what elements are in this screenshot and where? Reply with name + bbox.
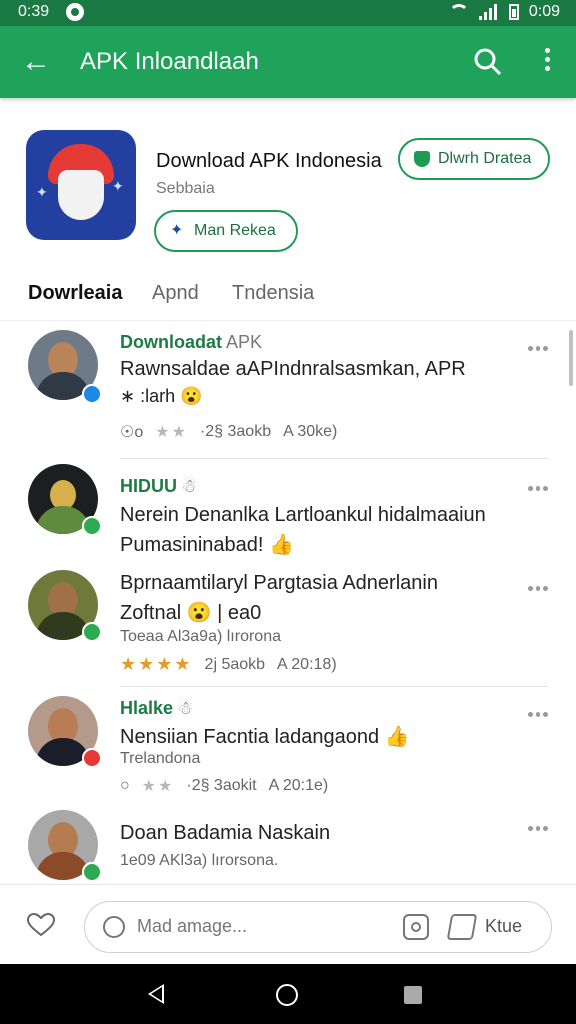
- item-meta-text: Trelandona: [120, 750, 201, 767]
- item-meta: ☉o ★★ ·2§ 3aokb A 30ke): [120, 422, 337, 442]
- feed-list: Downloadat APK Rawnsaldae aAPIndnralsasmk…: [0, 322, 576, 884]
- status-time-right: 0:09: [528, 3, 560, 20]
- rating-stars: ★★: [155, 424, 188, 441]
- send-label[interactable]: Ktue: [485, 916, 522, 937]
- app-icon: ✦ ✦: [26, 130, 136, 240]
- item-meta: ★★★★ 2j 5aokb A 20:18): [120, 654, 337, 675]
- message-placeholder: Mad amage...: [137, 916, 248, 936]
- shield-check-icon: [414, 151, 430, 167]
- heart-icon[interactable]: [26, 912, 56, 937]
- comment-icon: ☉o: [120, 424, 144, 441]
- tab-dowrleaia[interactable]: Dowrleaia: [28, 282, 122, 305]
- verified-badge-icon: [82, 622, 102, 642]
- send-icon[interactable]: [446, 914, 478, 940]
- item-stat: A 30ke): [283, 423, 338, 440]
- more-icon[interactable]: [528, 486, 549, 492]
- message-input[interactable]: Mad amage... Ktue: [84, 901, 552, 953]
- status-icons: 0:09: [448, 3, 560, 21]
- scrollbar[interactable]: [569, 330, 573, 386]
- item-meta: ○ ★★ ·2§ 3aokit A 20:1e): [120, 776, 328, 796]
- system-nav-bar: [0, 964, 576, 1024]
- rate-button[interactable]: ✦ Man Rekea: [154, 210, 298, 252]
- item-name: Downloadat APK: [120, 332, 263, 352]
- app-bar: ← APK Inloandlaah: [0, 26, 576, 98]
- signal-icon: [478, 4, 499, 20]
- search-icon[interactable]: [470, 44, 506, 80]
- item-stat: 2j 5aokb: [204, 655, 266, 673]
- app-name: Download APK Indonesia: [156, 150, 382, 172]
- app-header: ✦ ✦ Download APK Indonesia Sebbaia Dlwrh…: [0, 98, 576, 268]
- tabs: Dowrleaia Apnd Tndensia: [0, 268, 576, 321]
- more-icon[interactable]: [528, 712, 549, 718]
- rating-stars: ★★★★: [120, 654, 193, 674]
- item-stat: ·2§ 3aokb: [199, 423, 272, 440]
- item-text: Nerein Denanlka Lartloankul hidalmaaiun: [120, 504, 486, 526]
- divider: [120, 686, 548, 687]
- item-name: Hlalke ☃: [120, 698, 194, 718]
- wifi-icon: [448, 4, 469, 20]
- rating-stars: ★★: [141, 778, 175, 795]
- composer-bar: Mad amage... Ktue: [0, 884, 576, 965]
- nav-back-icon[interactable]: [148, 984, 164, 1004]
- app-bar-title: APK Inloandlaah: [80, 48, 259, 75]
- item-name: HIDUU ☃: [120, 476, 198, 496]
- item-text: Zoftnal 😮 | ea0: [120, 602, 262, 624]
- comment-icon: ○: [120, 777, 130, 794]
- more-icon[interactable]: [528, 346, 549, 352]
- heart-badge-icon: [82, 748, 102, 768]
- verified-badge-icon: [82, 862, 102, 882]
- item-stat: ·2§ 3aokit: [186, 777, 257, 794]
- tab-apnd[interactable]: Apnd: [152, 282, 199, 305]
- camera-icon[interactable]: [403, 914, 429, 940]
- download-button-label: Dlwrh Dratea: [438, 150, 532, 167]
- item-name: Bprnaamtilaryl Pargtasia Adnerlanin: [120, 572, 438, 594]
- overflow-menu-icon[interactable]: [538, 44, 556, 80]
- pin-icon: ✦: [170, 222, 184, 239]
- nav-home-icon[interactable]: [276, 984, 298, 1006]
- item-meta-text: 1e09 AKl3a) lırorsona.: [120, 852, 279, 869]
- verified-badge-icon: [82, 516, 102, 536]
- item-text: ∗ :larh 😮: [120, 386, 203, 406]
- notification-icon: [66, 3, 84, 21]
- divider: [120, 458, 548, 459]
- battery-icon: [508, 4, 519, 20]
- rate-button-label: Man Rekea: [194, 222, 276, 239]
- download-button[interactable]: Dlwrh Dratea: [398, 138, 550, 180]
- item-text: Rawnsaldae aAPIndnralsasmkan, APR: [120, 358, 466, 380]
- tab-tndensia[interactable]: Tndensia: [232, 282, 314, 305]
- verified-badge-icon: [82, 384, 102, 404]
- app-subtitle: Sebbaia: [156, 180, 215, 197]
- nav-recent-icon[interactable]: [404, 986, 422, 1004]
- emoji-icon[interactable]: [103, 916, 125, 938]
- item-text: Nensiian Facntia ladangaond 👍: [120, 726, 410, 748]
- status-time: 0:39: [18, 3, 50, 20]
- item-name: Doan Badamia Naskain: [120, 822, 331, 844]
- status-bar: 0:39 0:09: [0, 0, 576, 26]
- item-stat: A 20:18): [277, 655, 337, 673]
- item-stat: A 20:1e): [268, 777, 329, 794]
- back-arrow-icon[interactable]: ←: [18, 44, 54, 80]
- more-icon[interactable]: [528, 586, 549, 592]
- item-meta-text: Toeaa Al3a9a) lırorona: [120, 628, 281, 645]
- item-text: Pumasininabad! 👍: [120, 534, 294, 556]
- more-icon[interactable]: [528, 826, 549, 832]
